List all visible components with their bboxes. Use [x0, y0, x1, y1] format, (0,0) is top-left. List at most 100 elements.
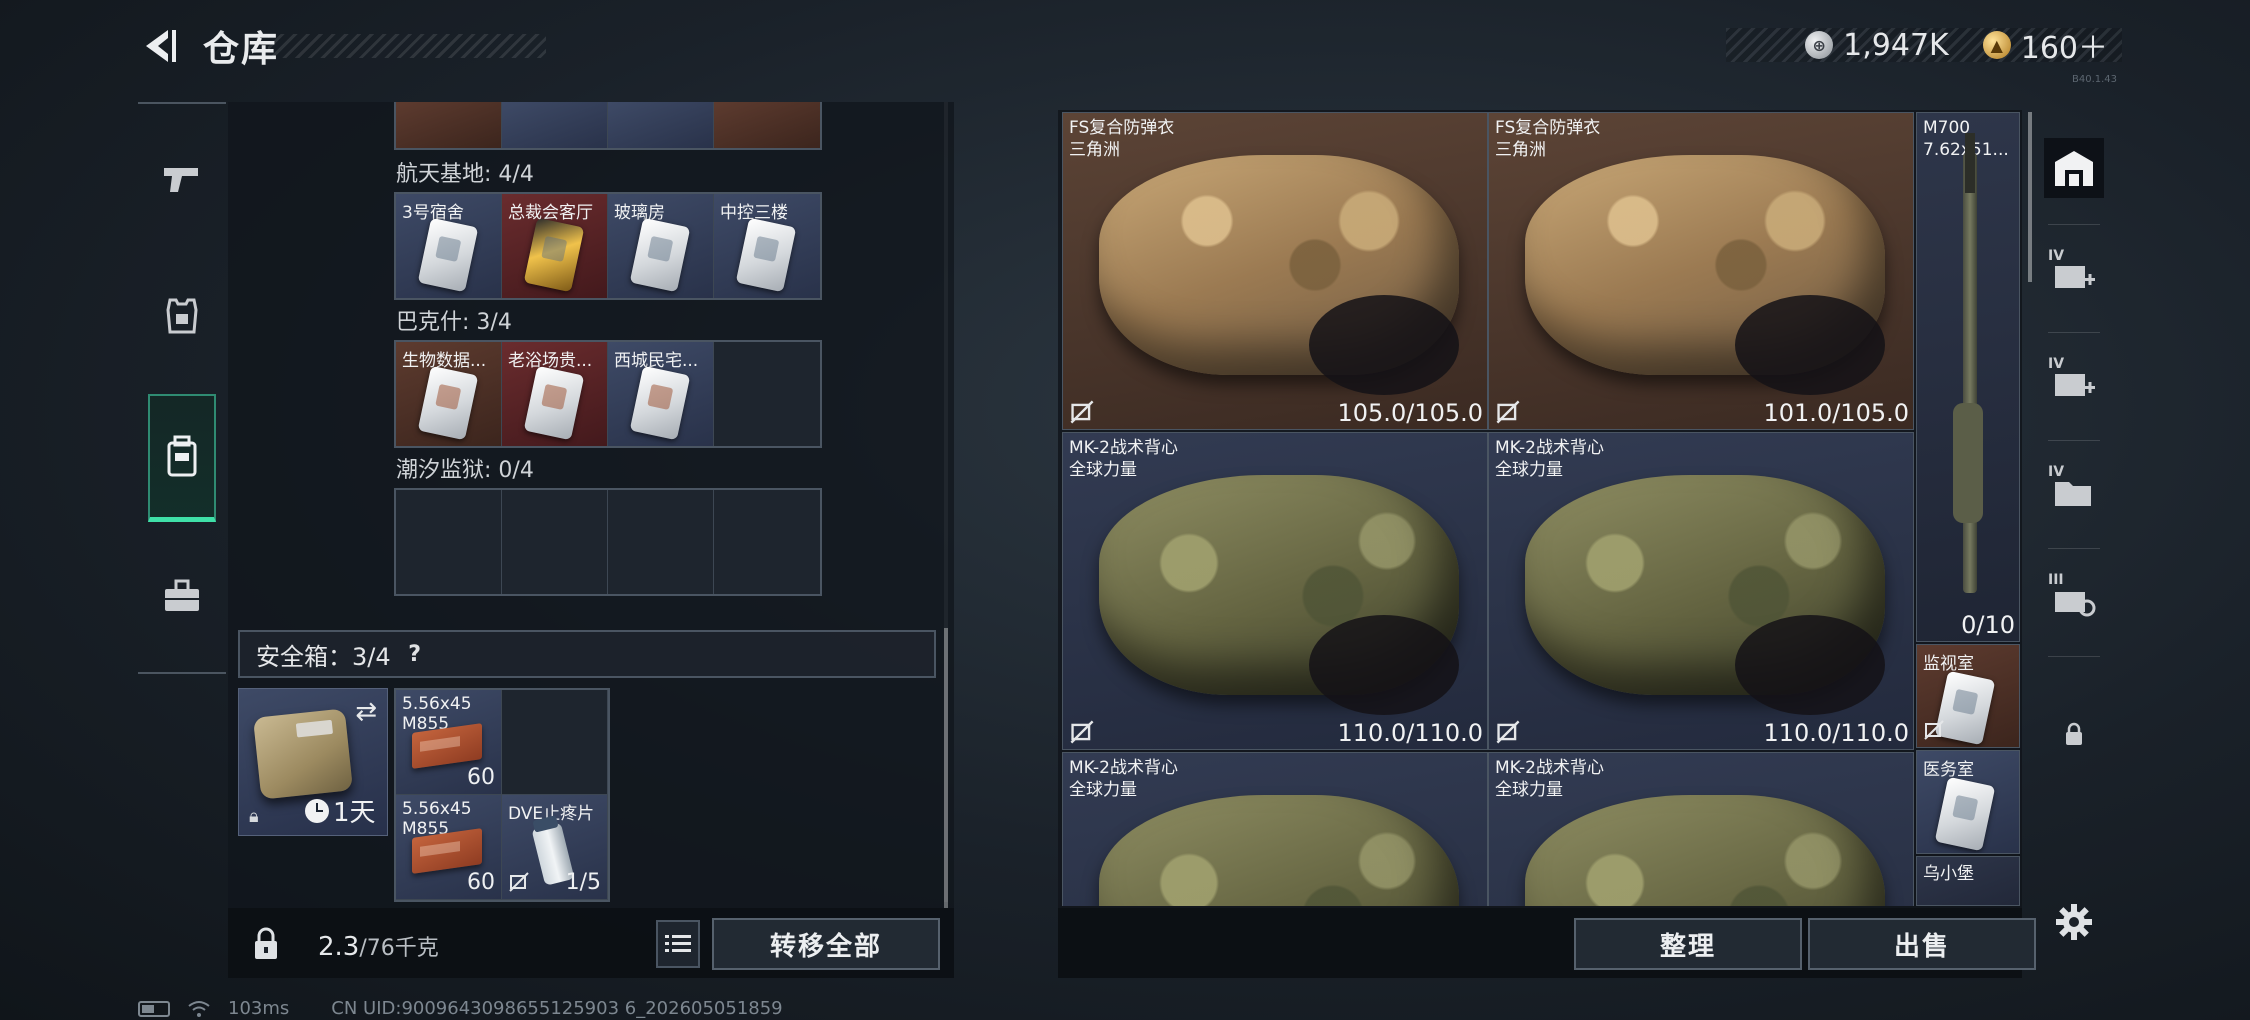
empty-slot[interactable] [502, 490, 608, 594]
warehouse-icon [2055, 151, 2093, 186]
storage-scroll-thumb[interactable] [944, 628, 948, 908]
no-insurance-icon [509, 872, 529, 892]
armor-icon [166, 298, 198, 334]
keycard-slot[interactable] [502, 102, 608, 148]
sell-button[interactable]: 出售 [1808, 918, 2036, 970]
version-label: B40.1.43 [2072, 74, 2118, 85]
item-slot-armor[interactable]: FS复合防弹衣 三角洲 101.0/105.0 [1488, 112, 1914, 430]
rnav-warehouse[interactable] [2044, 138, 2104, 198]
safebox-case[interactable]: ⇄ 🔒︎ 1天 [238, 688, 388, 836]
rnav-folder-storage[interactable]: IV [2044, 462, 2104, 522]
keycard-image [417, 365, 479, 441]
item-scroll-thumb[interactable] [2028, 112, 2032, 282]
ping-value: 103ms [228, 998, 290, 1019]
weight-indicator: 2.3/76千克 [318, 930, 439, 962]
section-label-aerospace: 航天基地: 4/4 [396, 162, 534, 187]
keycard-slot[interactable]: 生物数据... [396, 342, 502, 446]
rnav-expand-1[interactable]: IV [2044, 246, 2104, 306]
keycard-image [735, 217, 797, 293]
back-button[interactable] [138, 24, 182, 68]
item-slot-armor[interactable]: FS复合防弹衣 三角洲 105.0/105.0 [1062, 112, 1488, 430]
swap-icon[interactable]: ⇄ [355, 697, 377, 727]
rifle-image [1953, 133, 1983, 593]
lock-button[interactable] [238, 920, 294, 968]
safebox-slot-ammo[interactable]: 5.56x45 M855 60 [396, 690, 502, 795]
item-durability: 110.0/110.0 [1337, 719, 1484, 747]
help-icon[interactable]: ? [401, 640, 429, 668]
keycard-row-aerospace: 3号宿舍 总裁会客厅 玻璃房 中控三楼 [394, 192, 822, 300]
transfer-all-button[interactable]: 转移全部 [712, 918, 940, 970]
nav-gear[interactable] [148, 282, 216, 350]
item-slot-armor[interactable]: MK-2战术背心 全球力量 [1062, 752, 1488, 906]
currency-bar: ⊕ 1,947K ▲ 160＋ [1726, 28, 2122, 66]
keycard-slot[interactable]: 3号宿舍 [396, 194, 502, 298]
safebox-grid: 5.56x45 M855 60 5.56x45 M855 60 DVE止疼片 1… [394, 688, 610, 902]
rnav-storage-case[interactable]: III [2044, 570, 2104, 630]
item-durability: 110.0/110.0 [1763, 719, 1910, 747]
tier-label: IV [2048, 248, 2065, 264]
wifi-icon [188, 1000, 210, 1017]
gear-icon [2056, 904, 2092, 940]
armor-vest-image [1525, 795, 1885, 906]
keycard-name: 总裁会客厅 [508, 203, 593, 223]
rnav-locked[interactable] [2044, 704, 2104, 764]
safebox-slot-medicine[interactable]: DVE止疼片 1/5 [502, 795, 608, 900]
nav-toolbox[interactable] [148, 562, 216, 630]
keycard-name: 西城民宅... [614, 351, 699, 371]
section-label-tidal-prison: 潮汐监狱: 0/4 [396, 458, 534, 483]
item-count: 1/5 [565, 870, 601, 895]
tier-label: III [2048, 572, 2064, 588]
empty-slot[interactable] [714, 490, 820, 594]
keycard-slot[interactable]: 西城民宅... [608, 342, 714, 446]
ammo-count: 0/10 [1961, 611, 2015, 639]
item-slot-armor[interactable]: MK-2战术背心 全球力量 [1488, 752, 1914, 906]
backpack-icon [167, 435, 197, 476]
keycard-slot[interactable] [396, 102, 502, 148]
battery-icon [138, 1000, 170, 1017]
keycard-name: 生物数据... [402, 351, 487, 371]
item-slot-rifle[interactable]: M700 7.62x51... 0/10 [1916, 112, 2020, 642]
armor-vest-image [1099, 155, 1459, 395]
empty-slot[interactable] [608, 490, 714, 594]
sort-button[interactable]: 整理 [1574, 918, 1802, 970]
keycard-slot[interactable]: 医务室 [1916, 750, 2020, 854]
safebox-header: 安全箱：3/4 ? [238, 630, 936, 678]
settings-button[interactable] [2044, 892, 2104, 952]
list-view-button[interactable] [656, 920, 700, 968]
weight-max: /76千克 [359, 936, 439, 961]
nav-weapons[interactable] [148, 146, 216, 214]
item-count: 60 [467, 870, 495, 895]
keycard-slot[interactable]: 老浴场贵... [502, 342, 608, 446]
back-arrow-icon [146, 30, 176, 62]
keycard-slot[interactable] [608, 102, 714, 148]
keycard-slot[interactable]: 总裁会客厅 [502, 194, 608, 298]
keycard-slot[interactable]: 监视室 [1916, 644, 2020, 748]
keycard-name: 老浴场贵... [508, 351, 593, 371]
section-label-bakhsh: 巴克什: 3/4 [396, 310, 512, 335]
no-insurance-icon [1924, 720, 1944, 740]
keycard-slot[interactable]: 玻璃房 [608, 194, 714, 298]
item-slot-armor[interactable]: MK-2战术背心 全球力量 110.0/110.0 [1488, 432, 1914, 750]
no-insurance-icon [1496, 720, 1520, 744]
safebox-slot-ammo[interactable]: 5.56x45 M855 60 [396, 795, 502, 900]
empty-slot[interactable] [502, 690, 608, 795]
item-slot-armor[interactable]: MK-2战术背心 全球力量 110.0/110.0 [1062, 432, 1488, 750]
item-name: FS复合防弹衣 三角洲 [1495, 118, 1601, 160]
gold-currency-value[interactable]: 160＋ [2021, 23, 2108, 67]
keycard-slot[interactable]: 乌小堡 [1916, 856, 2020, 906]
keycard-image [523, 217, 585, 293]
keycard-slot[interactable] [714, 102, 820, 148]
item-name: MK-2战术背心 全球力量 [1495, 758, 1604, 800]
lock-icon [2066, 722, 2082, 745]
keycard-image [629, 365, 691, 441]
safebox-timer-value: 1天 [333, 798, 376, 828]
keycard-name: 医务室 [1923, 760, 1974, 780]
rnav-expand-2[interactable]: IV [2044, 354, 2104, 414]
no-insurance-icon [1070, 720, 1094, 744]
safebox-case-image [252, 708, 354, 800]
keycard-slot[interactable]: 中控三楼 [714, 194, 820, 298]
empty-slot[interactable] [714, 342, 820, 446]
briefcase-icon [165, 579, 199, 611]
empty-slot[interactable] [396, 490, 502, 594]
nav-storage[interactable] [148, 394, 216, 522]
